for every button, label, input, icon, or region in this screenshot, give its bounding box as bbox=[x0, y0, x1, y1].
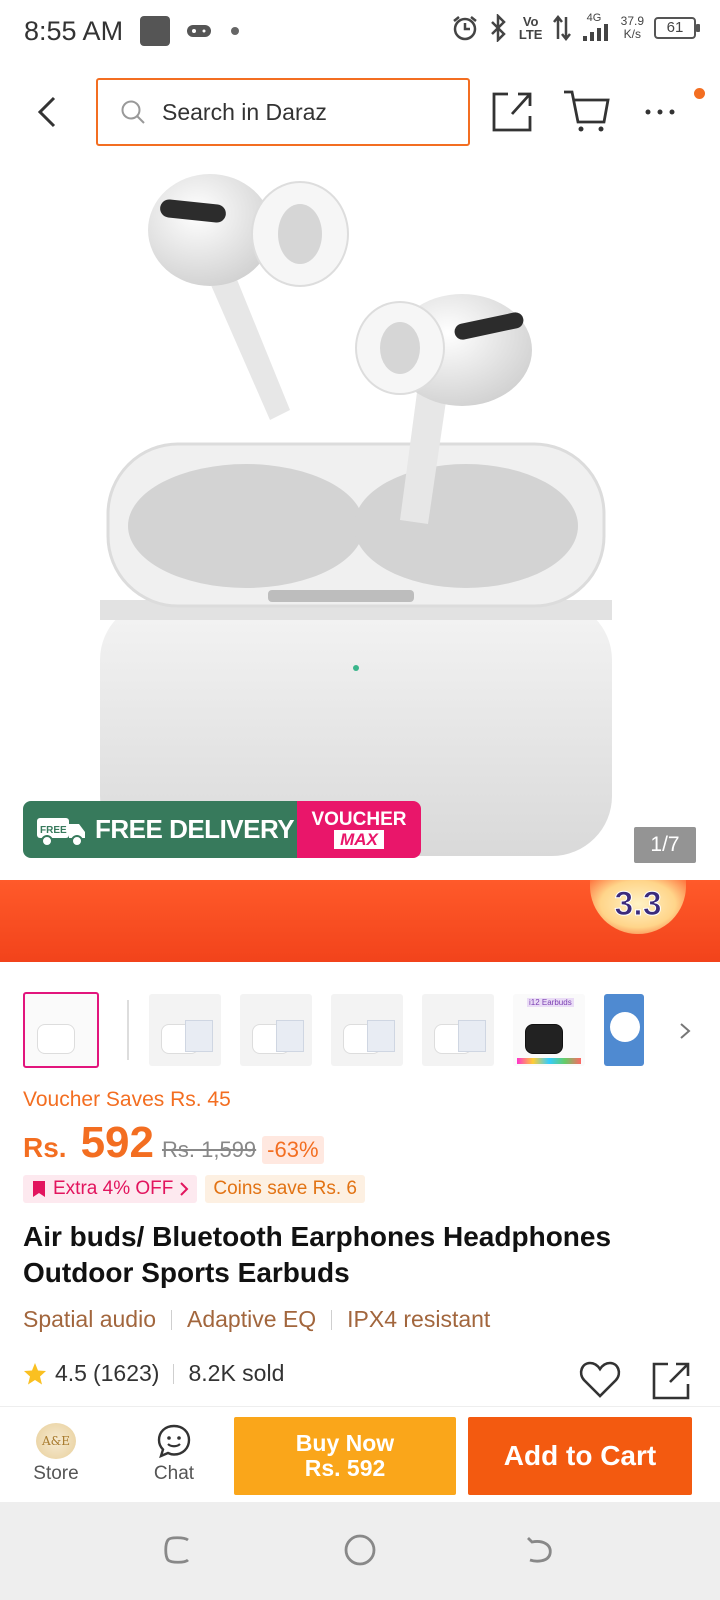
earbuds-product-image bbox=[100, 174, 612, 856]
thumbnail-2[interactable] bbox=[149, 994, 221, 1066]
notification-dot bbox=[694, 88, 705, 99]
sold-count: 8.2K sold bbox=[188, 1360, 285, 1386]
campaign-label: 3.3 bbox=[614, 884, 662, 923]
voucher-label: VOUCHER bbox=[311, 809, 407, 830]
store-label: Store bbox=[33, 1463, 79, 1484]
feature-item: Adaptive EQ bbox=[187, 1306, 317, 1332]
thumbnail-caption: i12 Earbuds bbox=[527, 998, 574, 1007]
svg-text:FREE: FREE bbox=[40, 825, 67, 836]
thumbnail-7[interactable] bbox=[604, 994, 644, 1066]
bottom-action-bar: A&E Store Chat Buy Now Rs. 592 Add to Ca… bbox=[0, 1406, 720, 1502]
coins-save-tag[interactable]: Coins save Rs. 6 bbox=[205, 1175, 365, 1203]
alarm-icon bbox=[452, 16, 477, 41]
top-nav: Search in Daraz bbox=[0, 64, 720, 160]
thumbnail-6[interactable]: i12 Earbuds bbox=[513, 994, 585, 1066]
add-to-cart-button[interactable]: Add to Cart bbox=[468, 1417, 692, 1495]
free-delivery-section: FREE FREE DELIVERY bbox=[23, 801, 297, 858]
free-delivery-voucher-badge: FREE FREE DELIVERY VOUCHER MAX bbox=[23, 801, 421, 858]
image-counter: 1/7 bbox=[634, 827, 696, 863]
add-to-cart-label: Add to Cart bbox=[503, 1440, 657, 1471]
coupon-icon bbox=[33, 1181, 45, 1197]
back-arrow-icon[interactable] bbox=[28, 92, 68, 132]
buy-now-button[interactable]: Buy Now Rs. 592 bbox=[234, 1417, 456, 1495]
search-input[interactable]: Search in Daraz bbox=[96, 78, 470, 146]
thumbnail-3[interactable] bbox=[240, 994, 312, 1066]
price-row: Rs. 592 Rs. 1,599 -63% bbox=[23, 1118, 324, 1168]
original-price: Rs. 1,599 bbox=[162, 1137, 257, 1162]
extra-off-tag[interactable]: Extra 4% OFF bbox=[23, 1175, 198, 1203]
divider bbox=[331, 1309, 333, 1330]
app-square-icon bbox=[140, 16, 170, 46]
price-currency: Rs. bbox=[23, 1132, 67, 1163]
recents-icon[interactable] bbox=[160, 1532, 196, 1568]
share-icon[interactable] bbox=[650, 1358, 694, 1402]
net-speed: 37.9 K/s bbox=[620, 14, 644, 41]
discount-badge: -63% bbox=[262, 1136, 324, 1164]
free-delivery-label: FREE DELIVERY bbox=[95, 814, 295, 844]
feature-item: IPX4 resistant bbox=[347, 1306, 491, 1332]
status-right-icons: Vo LTE 4G 37.9 K/s 61 bbox=[451, 12, 700, 42]
divider bbox=[171, 1309, 172, 1330]
thumbnail-image bbox=[37, 1024, 75, 1054]
search-placeholder: Search in Daraz bbox=[162, 98, 327, 125]
4g-signal-icon: 4G bbox=[581, 12, 611, 42]
divider bbox=[173, 1363, 175, 1384]
status-bar: 8:55 AM Vo LTE 4G 37.9 K/s 61 bbox=[0, 0, 720, 64]
share-icon[interactable] bbox=[488, 86, 538, 136]
status-left-icons bbox=[140, 16, 242, 46]
product-image-carousel[interactable]: FREE FREE DELIVERY VOUCHER MAX 1/7 bbox=[0, 160, 720, 880]
thumbnail-4[interactable] bbox=[331, 994, 403, 1066]
back-icon[interactable] bbox=[522, 1532, 558, 1568]
extra-off-label: Extra 4% OFF bbox=[53, 1178, 174, 1199]
feature-item: Spatial audio bbox=[23, 1306, 156, 1332]
feature-list: Spatial audio Adaptive EQ IPX4 resistant bbox=[23, 1306, 490, 1333]
store-button[interactable]: A&E Store bbox=[28, 1423, 84, 1485]
voucher-saves[interactable]: Voucher Saves Rs. 45 bbox=[23, 1088, 231, 1112]
battery-icon: 61 bbox=[654, 17, 700, 39]
chevron-right-icon[interactable] bbox=[673, 1016, 697, 1046]
store-logo: A&E bbox=[36, 1423, 76, 1459]
data-arrows-icon bbox=[552, 15, 571, 41]
rating-score: 4.5 bbox=[55, 1360, 87, 1386]
cart-icon[interactable] bbox=[562, 86, 612, 136]
thumbnail-5[interactable] bbox=[422, 994, 494, 1066]
game-controller-icon bbox=[187, 25, 211, 37]
status-time: 8:55 AM bbox=[24, 16, 124, 46]
campaign-burst: 3.3 bbox=[590, 880, 686, 934]
buy-now-price: Rs. 592 bbox=[304, 1455, 386, 1481]
star-icon bbox=[24, 1362, 46, 1384]
heart-icon[interactable] bbox=[578, 1358, 622, 1402]
more-icon[interactable] bbox=[638, 86, 688, 136]
buy-now-label: Buy Now bbox=[295, 1430, 395, 1456]
bluetooth-icon bbox=[490, 14, 506, 42]
voucher-max-label: MAX bbox=[334, 830, 384, 849]
price-value: 592 bbox=[80, 1118, 154, 1167]
promo-banner[interactable]: 3.3 bbox=[0, 880, 720, 962]
search-icon bbox=[121, 100, 145, 124]
dot-icon bbox=[231, 27, 239, 35]
thumbnail-divider bbox=[127, 1000, 129, 1060]
chat-label: Chat bbox=[153, 1463, 195, 1484]
promo-tags: Extra 4% OFF Coins save Rs. 6 bbox=[23, 1175, 365, 1203]
delivery-truck-icon: FREE bbox=[37, 817, 85, 847]
rating-row[interactable]: 4.5 (1623) 8.2K sold bbox=[23, 1360, 284, 1387]
thumbnail-1[interactable] bbox=[23, 992, 99, 1068]
chat-icon bbox=[157, 1424, 191, 1459]
product-title: Air buds/ Bluetooth Earphones Headphones… bbox=[23, 1221, 612, 1288]
system-nav-bar bbox=[0, 1502, 720, 1600]
voucher-max-section: VOUCHER MAX bbox=[297, 801, 421, 858]
chat-button[interactable]: Chat bbox=[146, 1423, 202, 1485]
rating-count: (1623) bbox=[92, 1360, 160, 1386]
volte-icon: Vo LTE bbox=[518, 14, 543, 42]
chevron-right-icon bbox=[180, 1182, 189, 1196]
thumbnail-strip: i12 Earbuds bbox=[23, 992, 703, 1070]
home-icon[interactable] bbox=[342, 1532, 378, 1568]
